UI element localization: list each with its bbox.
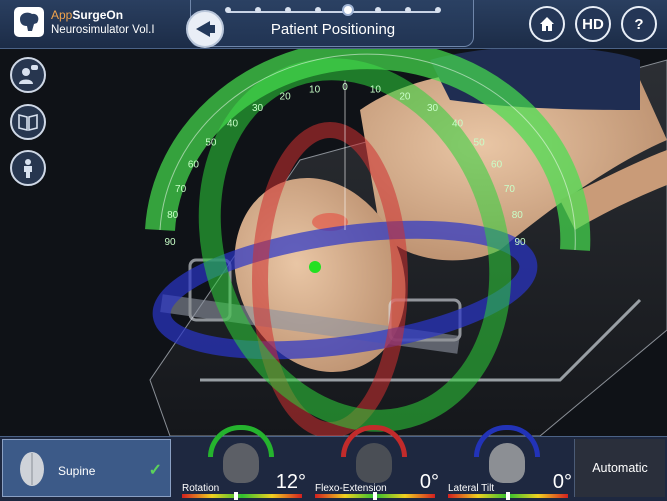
help-icon: ? bbox=[634, 15, 644, 33]
head-icon bbox=[356, 443, 392, 483]
step-dot bbox=[405, 7, 411, 13]
positioning-scene[interactable]: 0102030405060708090102030405060708090 bbox=[0, 0, 667, 436]
manual-button[interactable] bbox=[10, 104, 46, 140]
protractor-tick-label: 80 bbox=[512, 210, 524, 221]
protractor-tick-label: 50 bbox=[205, 137, 217, 148]
slider-knob[interactable] bbox=[234, 492, 238, 500]
protractor-tick-label: 10 bbox=[309, 84, 321, 95]
protractor-tick-label: 40 bbox=[452, 118, 464, 129]
check-icon: ✓ bbox=[148, 462, 162, 479]
home-button[interactable] bbox=[529, 6, 565, 42]
control-value: 0° bbox=[419, 471, 439, 493]
help-button[interactable]: ? bbox=[621, 6, 657, 42]
head-top-icon bbox=[20, 452, 44, 486]
protractor-tick-label: 20 bbox=[399, 91, 411, 102]
slider-knob[interactable] bbox=[373, 492, 377, 500]
protractor-tick-label: 90 bbox=[514, 237, 526, 248]
home-icon bbox=[540, 17, 554, 31]
control-label: Rotation bbox=[182, 483, 220, 494]
hd-label: HD bbox=[582, 15, 604, 33]
protractor-tick-label: 80 bbox=[167, 210, 179, 221]
protractor-tick-label: 60 bbox=[188, 160, 200, 171]
protractor-tick-label: 40 bbox=[227, 118, 239, 129]
brain-logo-icon bbox=[20, 12, 39, 31]
protractor-tick-label: 30 bbox=[252, 103, 264, 114]
protractor-tick-label: 90 bbox=[164, 237, 176, 248]
automatic-button[interactable]: Automatic bbox=[574, 439, 665, 497]
brand-prefix: App bbox=[51, 8, 73, 22]
position-card-supine[interactable]: Supine ✓ bbox=[2, 439, 171, 497]
hd-button[interactable]: HD bbox=[575, 6, 611, 42]
app-logo bbox=[14, 7, 44, 37]
step-dot bbox=[285, 7, 291, 13]
step-dot bbox=[225, 7, 231, 13]
protractor-tick-label: 50 bbox=[474, 137, 486, 148]
patient-view-button[interactable] bbox=[10, 150, 46, 186]
step-dot bbox=[342, 4, 354, 16]
back-button[interactable] bbox=[186, 10, 224, 48]
brand-suffix: SurgeOn bbox=[72, 8, 124, 22]
page-title: Patient Positioning bbox=[270, 21, 396, 38]
head-icon bbox=[223, 443, 259, 483]
doctor-chat-icon bbox=[19, 65, 38, 84]
doctor-chat-button[interactable] bbox=[10, 57, 46, 93]
step-dot bbox=[375, 7, 381, 13]
step-dot bbox=[435, 7, 441, 13]
protractor-tick-label: 20 bbox=[280, 91, 292, 102]
control-lateral-tilt[interactable]: Lateral Tilt 0° bbox=[446, 425, 576, 501]
top-bar: AppSurgeOn Neurosimulator Vol.I Patient … bbox=[0, 0, 667, 49]
protractor-tick-label: 60 bbox=[491, 160, 503, 171]
3d-viewport[interactable]: 0102030405060708090102030405060708090 bbox=[0, 0, 667, 436]
control-value: 0° bbox=[552, 471, 572, 493]
step-dot bbox=[315, 7, 321, 13]
protractor-tick-label: 10 bbox=[370, 84, 382, 95]
protractor-tick-label: 70 bbox=[504, 184, 516, 195]
control-rotation[interactable]: Rotation 12° bbox=[180, 425, 310, 501]
position-label: Supine bbox=[58, 464, 96, 478]
protractor-tick-label: 70 bbox=[175, 184, 187, 195]
step-dot bbox=[255, 7, 261, 13]
person-icon bbox=[24, 159, 32, 178]
bottom-bar: Supine ✓ Rotation 12° Flexo-Extension 0° Lat… bbox=[0, 425, 667, 501]
protractor-tick-label: 30 bbox=[427, 103, 439, 114]
control-slider[interactable] bbox=[182, 494, 302, 498]
slider-knob[interactable] bbox=[506, 492, 510, 500]
app-brand: AppSurgeOn bbox=[51, 8, 123, 22]
pivot-point bbox=[309, 261, 321, 273]
control-label: Lateral Tilt bbox=[448, 483, 495, 494]
app-product: Neurosimulator Vol.I bbox=[51, 24, 155, 36]
control-value: 12° bbox=[275, 471, 306, 493]
book-icon bbox=[18, 113, 38, 132]
head-icon bbox=[489, 443, 525, 483]
control-flexo-extension[interactable]: Flexo-Extension 0° bbox=[313, 425, 443, 501]
automatic-label: Automatic bbox=[592, 461, 648, 475]
